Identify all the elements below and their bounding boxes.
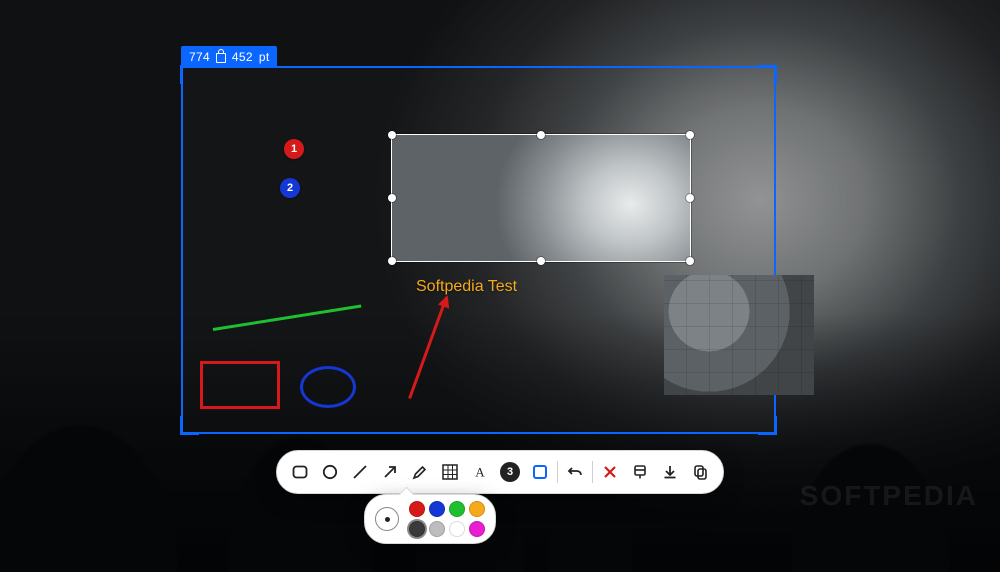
- watermark: SOFTPEDIA: [800, 480, 978, 512]
- toolbar-separator: [592, 461, 593, 483]
- mosaic-tool-button[interactable]: [437, 459, 463, 485]
- ellipse-annotation[interactable]: [300, 366, 356, 408]
- counter-tool-button[interactable]: 3: [497, 459, 523, 485]
- color-swatch-pink[interactable]: [469, 521, 485, 537]
- color-swatch-white[interactable]: [449, 521, 465, 537]
- step-marker-2[interactable]: 2: [280, 178, 300, 198]
- selection-width: 774: [189, 47, 210, 67]
- selection-unit: pt: [259, 47, 270, 67]
- color-swatch-black[interactable]: [409, 521, 425, 537]
- text-annotation[interactable]: Softpedia Test: [416, 278, 517, 296]
- undo-button[interactable]: [562, 459, 588, 485]
- save-button[interactable]: [657, 459, 683, 485]
- toolbar-separator: [557, 461, 558, 483]
- rectangle-tool-button[interactable]: [287, 459, 313, 485]
- color-tool-button[interactable]: [527, 459, 553, 485]
- stroke-width-button[interactable]: [375, 507, 399, 531]
- color-swatch-blue[interactable]: [429, 501, 445, 517]
- cancel-button[interactable]: [597, 459, 623, 485]
- color-swatch-gray[interactable]: [429, 521, 445, 537]
- color-swatch-red[interactable]: [409, 501, 425, 517]
- arrow-tool-button[interactable]: [377, 459, 403, 485]
- counter-badge: 3: [500, 462, 520, 482]
- ellipse-tool-button[interactable]: [317, 459, 343, 485]
- rectangle-annotation[interactable]: [200, 361, 280, 409]
- svg-text:A: A: [475, 465, 485, 480]
- step-marker-1[interactable]: 1: [284, 139, 304, 159]
- pencil-tool-button[interactable]: [407, 459, 433, 485]
- annotation-toolbar: A 3: [276, 450, 724, 494]
- selection-height: 452: [232, 47, 253, 67]
- line-tool-button[interactable]: [347, 459, 373, 485]
- text-tool-button[interactable]: A: [467, 459, 493, 485]
- pin-button[interactable]: [627, 459, 653, 485]
- color-picker-popover: [364, 494, 496, 544]
- mosaic-annotation[interactable]: [664, 275, 814, 395]
- color-swatch-green[interactable]: [449, 501, 465, 517]
- color-swatch-grid: [409, 501, 485, 537]
- color-swatch-yellow[interactable]: [469, 501, 485, 517]
- lock-icon: [216, 53, 226, 63]
- cropped-image-annotation[interactable]: [391, 134, 691, 262]
- selection-size-badge: 774 452 pt: [181, 46, 277, 68]
- copy-button[interactable]: [687, 459, 713, 485]
